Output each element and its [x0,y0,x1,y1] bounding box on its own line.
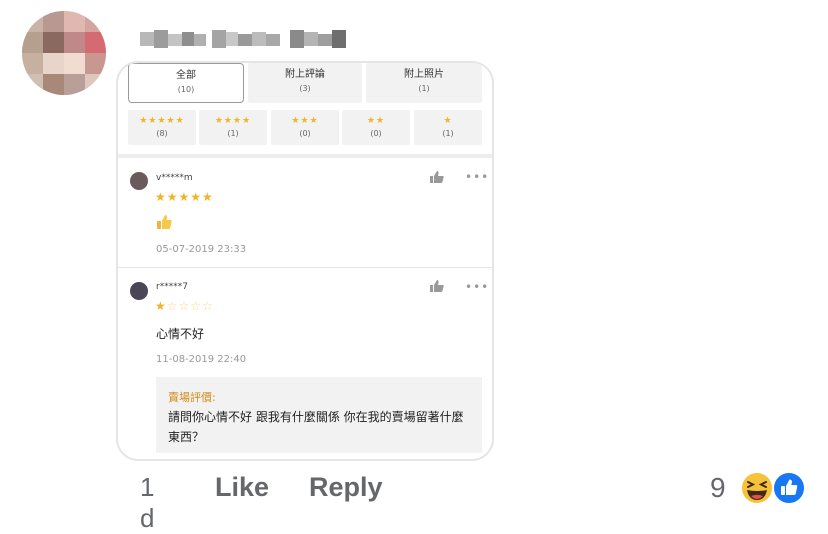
star-filter-2: ★★ (0) [342,110,410,145]
more-options-icon: ••• [465,170,490,184]
reviewer-avatar [130,282,148,300]
star-filter-2-count: (0) [370,129,382,138]
tab-with-comments-count: (3) [299,84,311,93]
star-filter-5: ★★★★★ (8) [128,110,196,145]
thumbs-up-emoji-icon [157,215,172,229]
star-filter-2-stars: ★★ [366,116,386,126]
like-reaction-icon [772,471,806,505]
comment-timestamp[interactable]: 1 d [140,472,154,534]
review-divider [118,267,492,268]
tab-with-photos: 附上照片 (1) [366,63,482,103]
commenter-name-blurred[interactable] [140,26,346,52]
star-filter-4-count: (1) [227,129,239,138]
reviewer-username: r*****7 [156,282,188,292]
tab-all: 全部 (10) [128,63,244,103]
star-filter-3-stars: ★★★ [291,116,319,126]
star-filter-4-stars: ★★★★ [214,116,252,126]
commenter-avatar[interactable] [22,11,106,95]
review-screenshot[interactable]: 全部 (10) 附上評論 (3) 附上照片 (1) ★★★★★ (8) ★★★★… [116,61,494,461]
star-filter-1: ★ (1) [414,110,482,145]
review-date: 05-07-2019 23:33 [156,244,247,255]
star-filter-5-count: (8) [156,129,168,138]
thumbs-up-icon [430,280,444,292]
review-tabs: 全部 (10) 附上評論 (3) 附上照片 (1) [128,63,482,105]
reviewer-avatar [130,172,148,190]
like-button[interactable]: Like [215,472,269,503]
tab-with-photos-label: 附上照片 [404,69,444,80]
star-filter-row: ★★★★★ (8) ★★★★ (1) ★★★ (0) ★★ (0) ★ (1) [128,110,482,146]
reaction-count: 9 [710,472,726,503]
review-rating-stars: ★★★★★ [155,190,214,204]
seller-reply-text: 請問你心情不好 跟我有什麼關係 你在我的賣場留著什麼東西？ [168,410,464,444]
tab-with-comments-label: 附上評論 [285,69,325,80]
review-date: 11-08-2019 22:40 [156,354,247,365]
more-options-icon: ••• [465,280,490,294]
thumbs-up-icon [430,171,444,183]
star-filter-1-count: (1) [442,129,454,138]
star-filter-3: ★★★ (0) [271,110,339,145]
tab-with-comments: 附上評論 (3) [248,63,362,103]
review-rating-stars: ★☆☆☆☆ [155,299,214,313]
reviewer-username: v*****m [156,173,193,183]
haha-icon [740,471,774,505]
reply-button[interactable]: Reply [309,472,383,503]
seller-reply-label: 賣場評價: [168,391,216,404]
star-filter-3-count: (0) [299,129,311,138]
tab-with-photos-count: (1) [418,84,430,93]
tab-all-count: (10) [177,85,195,94]
section-divider [118,154,492,158]
star-filter-4: ★★★★ (1) [199,110,267,145]
reactions-summary[interactable]: 9 [710,470,810,506]
star-filter-1-stars: ★ [443,116,453,126]
review-text: 心情不好 [156,327,205,341]
tab-all-label: 全部 [176,70,196,81]
seller-reply-box: 賣場評價: 請問你心情不好 跟我有什麼關係 你在我的賣場留著什麼東西？ [156,377,482,453]
star-filter-5-stars: ★★★★★ [139,116,185,126]
